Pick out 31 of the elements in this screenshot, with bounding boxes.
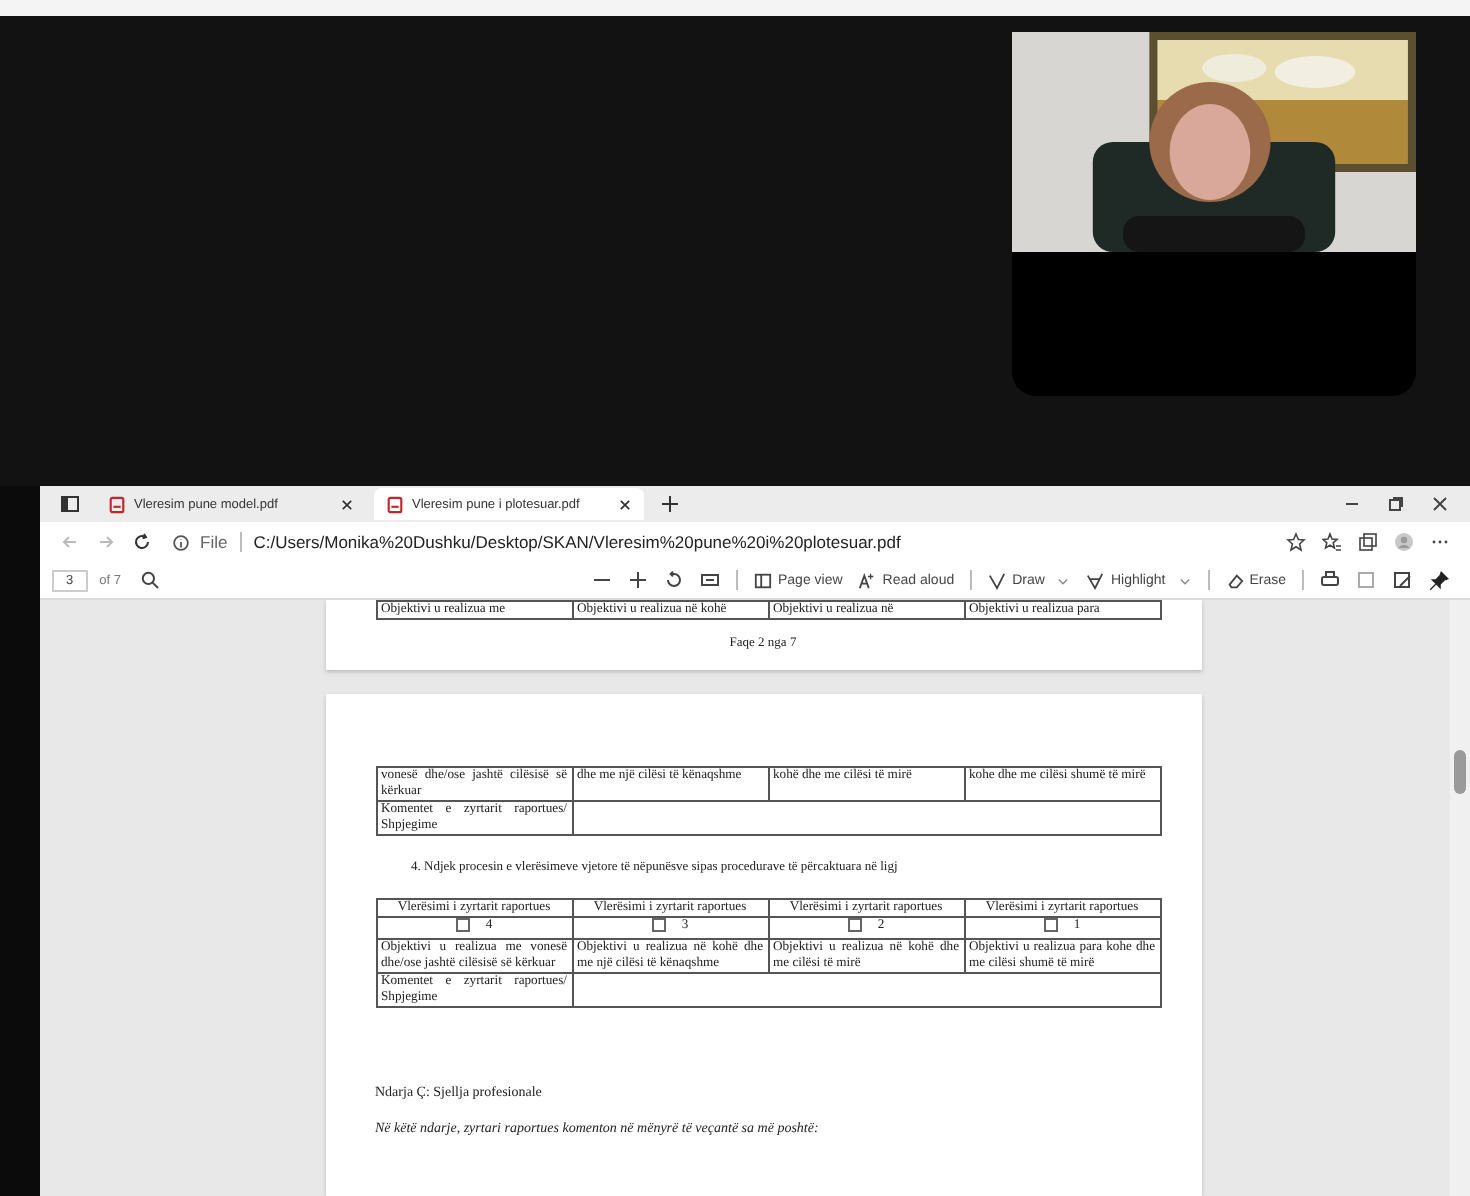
pdf-icon	[108, 495, 126, 513]
refresh-icon[interactable]	[132, 532, 152, 552]
eraser-icon	[1225, 571, 1244, 589]
url-text: C:/Users/Monika%20Dushku/Desktop/SKAN/Vleresim%20pune%20i%20plotesuar.pdf	[253, 532, 901, 552]
page-view-icon	[754, 571, 772, 589]
caret-icon	[1177, 573, 1192, 587]
restore-icon[interactable]	[1386, 494, 1406, 514]
draw-icon	[988, 571, 1007, 589]
read-aloud-icon	[858, 571, 877, 589]
file-label: File	[200, 532, 228, 552]
avatar-icon[interactable]	[1394, 532, 1414, 552]
pin-icon[interactable]	[1428, 569, 1450, 591]
pdf-icon	[386, 495, 404, 513]
collections-icon[interactable]	[1358, 532, 1378, 552]
highlight-icon	[1086, 571, 1105, 589]
print-icon[interactable]	[1320, 570, 1340, 590]
info-icon	[172, 533, 190, 551]
search-icon[interactable]	[140, 570, 161, 590]
tab-actions-icon[interactable]	[60, 494, 80, 514]
favorites-icon[interactable]	[1322, 532, 1342, 552]
fit-page-icon[interactable]	[700, 570, 720, 590]
close-icon[interactable]	[1430, 494, 1450, 514]
close-icon[interactable]	[618, 497, 632, 511]
scrollbar[interactable]	[1450, 600, 1470, 1196]
close-icon[interactable]	[340, 497, 354, 511]
favorite-icon[interactable]	[1286, 532, 1306, 552]
rotate-icon[interactable]	[664, 570, 684, 590]
zoom-in-icon[interactable]	[628, 570, 648, 590]
new-tab-icon[interactable]	[660, 494, 680, 514]
caret-icon	[1056, 573, 1071, 587]
save-as-icon[interactable]	[1392, 570, 1412, 590]
